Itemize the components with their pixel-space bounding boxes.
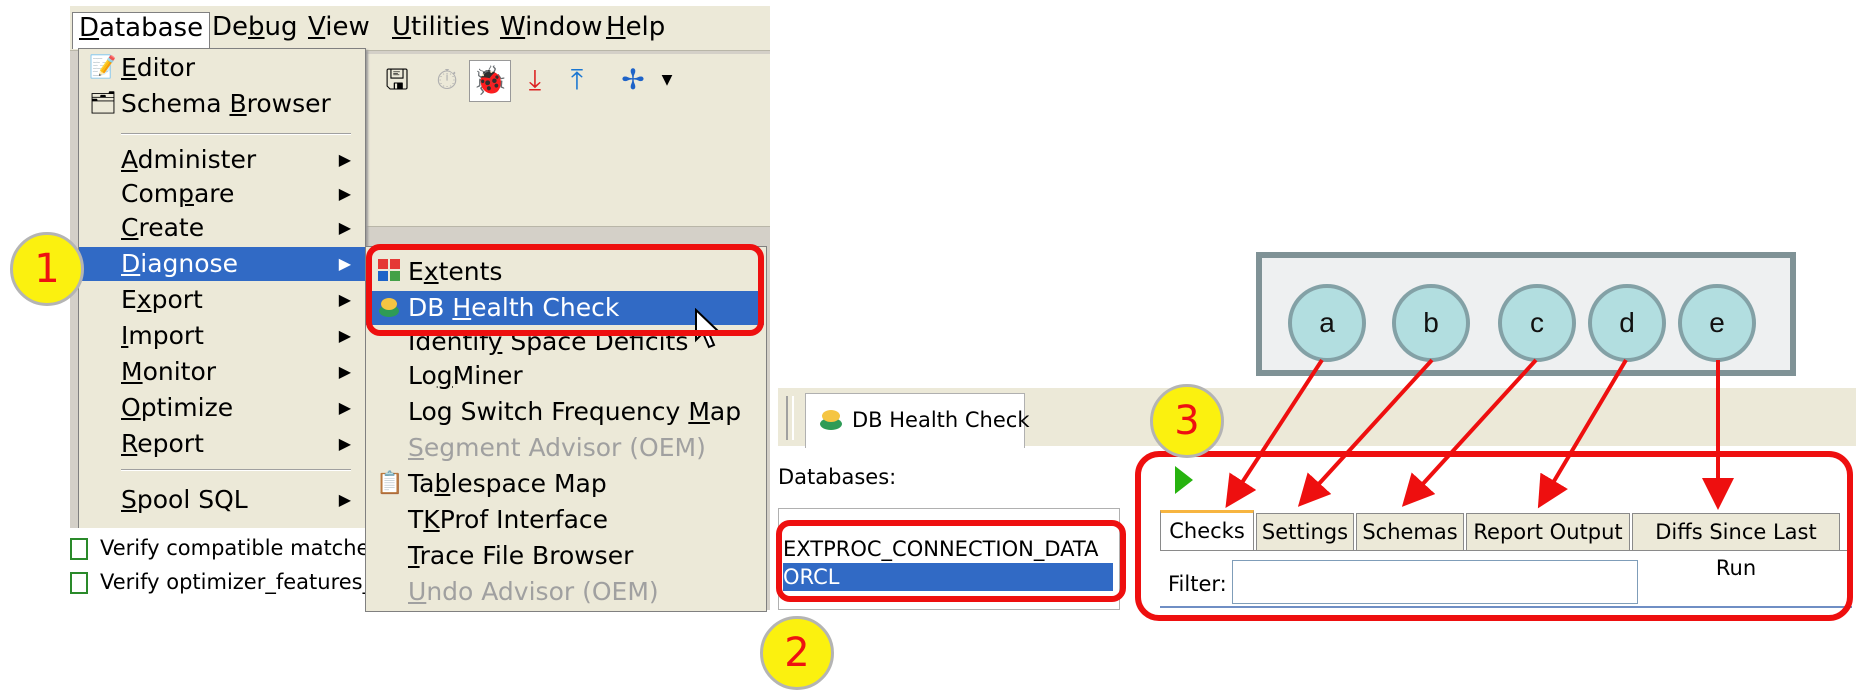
submenu-arrow-icon: ▶ [338,362,351,381]
menu-item-compare[interactable]: Compare ▶ [79,177,365,211]
list-item-label: Verify optimizer_features_e [100,570,365,594]
menu-item-import[interactable]: Import ▶ [79,319,365,353]
submenu-item-tkprof-interface[interactable]: TKProf Interface [366,503,764,537]
upload-icon[interactable]: ⤒ [557,60,597,100]
checkbox-icon [70,538,88,560]
menu-separator [121,469,351,471]
menu-item-report[interactable]: Report ▶ [79,427,365,461]
menu-item-optimize[interactable]: Optimize ▶ [79,391,365,425]
menu-debug[interactable]: Debug [206,12,304,42]
submenu-item-segment-advisor: Segment Advisor (OEM) [408,433,706,462]
window-tab-label: DB Health Check [852,408,1030,432]
toolbar: 🖫 ⏱ 🐞 ⤓ ⤒ ✢ ▼ [365,54,770,111]
highlight-box-submenu [366,244,764,336]
submenu-arrow-icon: ▶ [338,218,351,237]
menu-item-monitor[interactable]: Monitor ▶ [79,355,365,389]
list-item[interactable]: Verify compatible matches [70,534,380,564]
checkbox-icon [70,572,88,594]
schema-browser-icon: 🗂 [89,91,117,116]
submenu-arrow-icon: ▶ [338,398,351,417]
submenu-arrow-icon: ▶ [338,184,351,203]
background-check-list: Verify compatible matches Verify optimiz… [70,528,380,618]
legend-badge-d: d [1588,284,1666,362]
editor-icon: 📝 [89,55,117,80]
download-icon[interactable]: ⤓ [515,60,555,100]
tablespace-map-icon: 📋 [376,471,404,496]
step-1-badge: 1 [10,232,84,306]
highlight-box-tabs [1135,451,1853,621]
toolbar-row [365,166,770,227]
submenu-item-log-switch-frequency-map[interactable]: Log Switch Frequency Map [366,395,764,429]
menu-window[interactable]: Window [494,12,609,42]
submenu-arrow-icon: ▶ [338,434,351,453]
submenu-arrow-icon: ▶ [338,290,351,309]
menu-item-diagnose[interactable]: Diagnose ▶ [79,247,365,281]
stopwatch-icon[interactable]: ⏱ [427,60,467,100]
step-2-badge: 2 [760,616,834,690]
legend-badge-b: b [1392,284,1470,362]
menu-view[interactable]: View [302,12,376,42]
menu-utilities[interactable]: Utilities [386,12,496,42]
database-menu: 📝 Editor 🗂 Schema Browser Administer ▶ Co… [78,48,366,530]
menu-help[interactable]: Help [600,12,671,42]
submenu-arrow-icon: ▶ [338,326,351,345]
submenu-item-trace-file-browser[interactable]: Trace File Browser [366,539,764,573]
step-3-badge: 3 [1150,384,1224,458]
submenu-item-undo-advisor: Undo Advisor (OEM) [408,577,659,606]
list-item-label: Verify compatible matches [100,536,381,560]
menu-item-schema-browser[interactable]: 🗂 Schema Browser [79,87,365,121]
submenu-item-logminer[interactable]: LogMiner [366,359,764,393]
tab-strip-grip [786,396,794,440]
submenu-arrow-icon: ▶ [338,254,351,273]
submenu-arrow-icon: ▶ [338,150,351,169]
databases-label: Databases: [778,465,897,489]
dropdown-arrow-icon[interactable]: ▼ [647,60,687,100]
submenu-item-tablespace-map[interactable]: 📋 Tablespace Map [366,467,764,501]
menu-bar: Database Debug View Utilities Window Hel… [70,6,770,51]
menu-item-administer[interactable]: Administer ▶ [79,143,365,177]
menu-item-editor[interactable]: 📝 Editor [79,51,365,85]
tab-db-health-check[interactable]: DB Health Check [805,393,1030,448]
submenu-arrow-icon: ▶ [338,490,351,509]
menu-database[interactable]: Database [72,12,211,49]
list-item[interactable]: Verify optimizer_features_e [70,568,365,598]
legend-badge-a: a [1288,284,1366,362]
db-health-check-icon [818,406,844,437]
debug-bug-icon[interactable]: 🐞 [469,60,511,102]
highlight-box-databases [776,520,1126,602]
legend-badge-c: c [1498,284,1576,362]
toolbar-row [365,110,770,167]
menu-item-export[interactable]: Export ▶ [79,283,365,317]
menu-separator [121,133,351,135]
save-icon[interactable]: 🖫 [377,60,417,100]
menu-item-spool-sql[interactable]: Spool SQL ▶ [79,483,365,517]
menu-item-create[interactable]: Create ▶ [79,211,365,245]
legend-badge-e: e [1678,284,1756,362]
